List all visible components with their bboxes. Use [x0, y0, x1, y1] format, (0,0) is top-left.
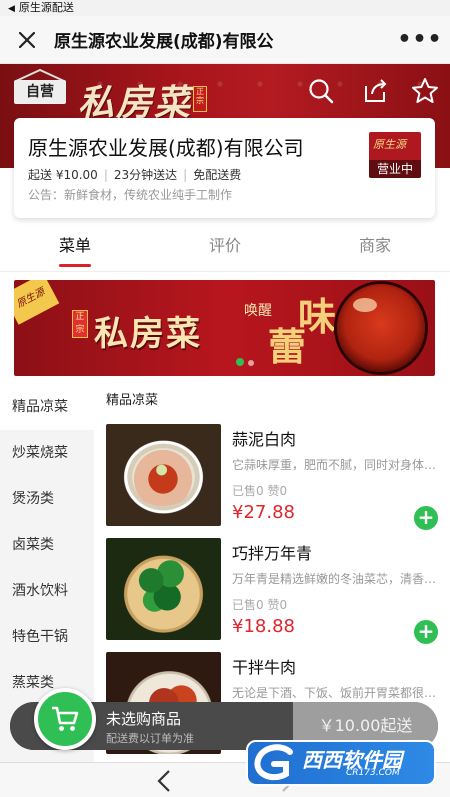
status-bar: ◀ 原生源配送 — [0, 0, 450, 16]
add-to-cart-button[interactable]: + — [414, 620, 438, 644]
min-order: 起送 ¥10.00 — [28, 168, 98, 182]
shopping-cart-icon — [52, 706, 79, 731]
category-item[interactable]: 卤菜类 — [0, 522, 94, 568]
promo-corner-tag: 原生源 — [14, 280, 60, 325]
dish-sold: 已售0 赞0 — [232, 484, 288, 498]
shop-status-badge: 营业中 — [369, 160, 421, 178]
category-item[interactable]: 精品凉菜 — [0, 384, 94, 430]
promo-banner[interactable]: 原生源 正宗 私房菜 唤醒 味 蕾 — [14, 280, 435, 376]
shop-logo-script: 原生源 — [373, 138, 406, 151]
dish-price: ¥18.88 — [232, 616, 295, 637]
add-to-cart-button[interactable]: + — [414, 506, 438, 530]
more-icon: ••• — [397, 27, 443, 52]
back-arrow-icon[interactable]: ◀ — [8, 4, 15, 14]
delivery-time: 23分钟送达 — [113, 168, 178, 182]
dish-name: 干拌牛肉 — [232, 658, 297, 677]
dish-sold: 已售0 赞0 — [232, 598, 288, 612]
tab-menu[interactable]: 菜单 — [0, 222, 150, 271]
close-icon — [18, 31, 36, 48]
promo-headline: 私房菜 — [94, 314, 202, 354]
category-item[interactable]: 酒水饮料 — [0, 568, 94, 614]
dish-desc: 它蒜味厚重，肥而不腻，同时对身体有益 — [232, 458, 440, 472]
promo-seal: 正宗 — [72, 310, 88, 338]
dish-item[interactable]: 蒜泥白肉 它蒜味厚重，肥而不腻，同时对身体有益 已售0 赞0 ¥27.88 + — [106, 424, 442, 530]
tab-reviews[interactable]: 评价 — [150, 222, 300, 271]
dish-image[interactable] — [106, 538, 221, 640]
plus-icon: + — [417, 619, 435, 643]
delivery-fee: 免配送费 — [193, 168, 242, 182]
page-title: 原生源农业发展(成都)有限公 — [54, 32, 274, 52]
shop-meta: 起送 ¥10.00 | 23分钟送达 | 免配送费 — [28, 166, 247, 183]
watermark-sub: CR173.COM — [346, 768, 400, 778]
dish-desc: 无论是下酒、下饭、饭前开胃菜都很合适 — [232, 686, 440, 700]
meta-divider: | — [103, 168, 108, 182]
category-item[interactable]: 煲汤类 — [0, 476, 94, 522]
share-icon[interactable] — [360, 76, 390, 106]
promo-sub-bud: 蕾 — [268, 324, 307, 369]
dish-name: 巧拌万年青 — [232, 544, 313, 563]
title-bar: 原生源农业发展(成都)有限公 ••• — [0, 16, 450, 64]
shop-notice: 公告：新鲜食材，传统农业纯手工制作 — [28, 188, 233, 202]
food-bowl-image — [337, 284, 425, 372]
dish-desc: 万年青是精选鲜嫩的冬油菜芯，清香爽口 — [232, 572, 440, 586]
cart-empty-label: 未选购商品 — [106, 710, 182, 728]
plus-icon: + — [417, 505, 435, 529]
star-icon[interactable] — [410, 76, 440, 106]
nav-back-icon[interactable] — [150, 767, 180, 795]
meta-divider: | — [183, 168, 188, 182]
category-item[interactable]: 炒菜烧菜 — [0, 430, 94, 476]
cart-delivery-note: 配送费以订单为准 — [106, 732, 194, 745]
dish-item[interactable]: 巧拌万年青 万年青是精选鲜嫩的冬油菜芯，清香爽口 已售0 赞0 ¥18.88 + — [106, 538, 442, 644]
tab-bar: 菜单 评价 商家 — [0, 222, 450, 272]
cart-button[interactable] — [34, 688, 96, 750]
more-button[interactable]: ••• — [390, 16, 450, 64]
watermark: 西西软件园 CR173.COM — [246, 740, 436, 790]
brand-seal: 正宗 — [193, 86, 207, 112]
back-app-label[interactable]: 原生源配送 — [19, 1, 74, 14]
dish-image[interactable] — [106, 424, 221, 526]
tab-merchant[interactable]: 商家 — [300, 222, 450, 271]
category-item[interactable]: 特色干锅 — [0, 614, 94, 660]
close-button[interactable] — [0, 16, 54, 64]
shop-logo: 原生源 营业中 — [369, 132, 421, 178]
dish-price: ¥27.88 — [232, 502, 295, 523]
carousel-dot[interactable] — [248, 360, 254, 366]
section-title: 精品凉菜 — [106, 393, 159, 408]
shop-info-card[interactable]: 原生源农业发展(成都)有限公司 起送 ¥10.00 | 23分钟送达 | 免配送费 公告… — [14, 118, 435, 218]
search-icon[interactable] — [306, 76, 336, 106]
self-operated-badge: 自营 — [14, 80, 66, 104]
shop-name: 原生源农业发展(成都)有限公司 — [28, 136, 304, 160]
carousel-dot-active[interactable] — [236, 358, 244, 366]
watermark-logo-icon — [254, 744, 293, 781]
dish-name: 蒜泥白肉 — [232, 430, 297, 449]
